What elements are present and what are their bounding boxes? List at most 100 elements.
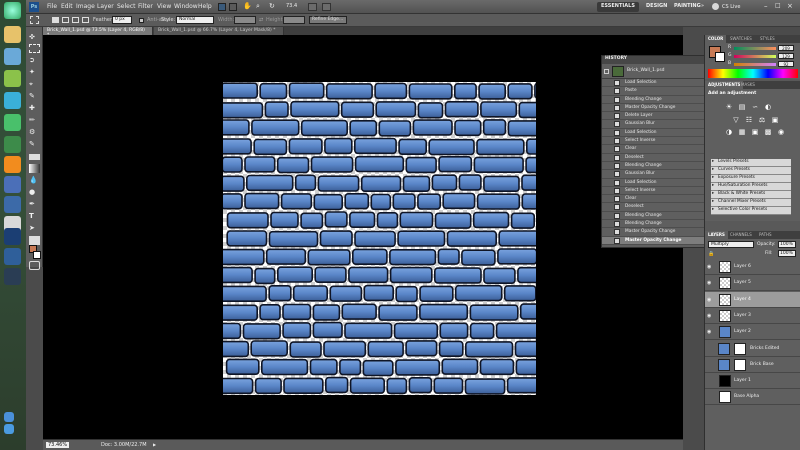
move-tool-icon[interactable]: ✜: [29, 33, 40, 42]
menu-layer[interactable]: Layer: [97, 3, 114, 10]
height-input[interactable]: [283, 16, 305, 24]
tab-styles[interactable]: STYLES: [757, 35, 778, 43]
more-workspaces-icon[interactable]: »: [701, 3, 704, 9]
history-item[interactable]: Deselect: [602, 154, 708, 162]
new-selection-icon[interactable]: [52, 17, 59, 23]
history-item[interactable]: Master Opacity Change: [602, 236, 708, 245]
tab-color[interactable]: COLOR: [705, 35, 727, 43]
history-item[interactable]: Select Inverse: [602, 187, 708, 196]
marquee-tool-preset-icon[interactable]: [30, 16, 39, 24]
layer-row[interactable]: ◉ Layer 6: [705, 259, 800, 275]
blend-mode-select[interactable]: Multiply: [708, 241, 754, 248]
cs-live-label[interactable]: CS Live: [722, 4, 740, 10]
workspace-painting[interactable]: PAINTING: [670, 2, 705, 12]
history-item[interactable]: Delete Layer: [602, 112, 708, 121]
steam-icon[interactable]: [4, 268, 21, 285]
path-select-tool-icon[interactable]: ➤: [29, 224, 40, 233]
screen-mode-icon[interactable]: [322, 3, 331, 11]
desktop-app-icon[interactable]: [4, 248, 21, 265]
desktop-app-icon[interactable]: [4, 114, 21, 131]
history-item[interactable]: Select Inverse: [602, 137, 708, 146]
menu-edit[interactable]: Edit: [61, 3, 73, 10]
history-item[interactable]: Blending Change: [602, 212, 708, 221]
fill-input[interactable]: 100%: [778, 250, 796, 257]
layer-row[interactable]: Base Alpha: [705, 389, 800, 406]
layer-mask-thumbnail[interactable]: [734, 358, 746, 371]
subtract-selection-icon[interactable]: [72, 17, 79, 23]
status-zoom[interactable]: 73.46%: [46, 442, 70, 448]
pen-tool-icon[interactable]: ✒: [29, 200, 40, 209]
tab-swatches[interactable]: SWATCHES: [727, 35, 755, 43]
history-item[interactable]: Blending Change: [602, 162, 708, 171]
lock-icon[interactable]: 🔒: [708, 251, 714, 257]
document-canvas-area[interactable]: [43, 35, 683, 439]
feather-input[interactable]: 0 px: [112, 16, 132, 24]
clone-stamp-tool-icon[interactable]: ⚙: [29, 128, 40, 137]
swap-dimensions-icon[interactable]: ⇄: [259, 17, 263, 23]
layer-visibility-eye-icon[interactable]: ◉: [707, 329, 711, 335]
exposure-icon[interactable]: ◐: [764, 103, 772, 111]
brightness-icon[interactable]: ☀: [725, 103, 733, 111]
desktop-app-icon[interactable]: [4, 70, 21, 87]
zoom-level-readout[interactable]: 73.4: [286, 3, 297, 9]
tab-document-1[interactable]: Brick_Wall_1.psd @ 73.5% (Layer 4, RGB/8…: [43, 27, 153, 38]
adjustment-preset-item[interactable]: Channel Mixer Presets: [711, 199, 791, 207]
background-color-chip[interactable]: [715, 52, 725, 62]
history-brush-tool-icon[interactable]: ✎: [29, 140, 40, 149]
history-item[interactable]: Deselect: [602, 203, 708, 212]
cs-live-icon[interactable]: [712, 3, 719, 10]
rotate-view-icon[interactable]: ↻: [269, 2, 275, 10]
dodge-tool-icon[interactable]: ●: [29, 188, 40, 197]
tab-layers[interactable]: LAYERS: [705, 231, 728, 239]
layer-row[interactable]: Layer 1: [705, 373, 800, 390]
history-item[interactable]: Load Selection: [602, 79, 708, 88]
posterize-icon[interactable]: ▦: [738, 128, 746, 136]
layer-row[interactable]: ◉ Layer 5: [705, 275, 800, 292]
green-slider-track[interactable]: [734, 55, 776, 58]
healing-tool-icon[interactable]: ✚: [29, 104, 40, 113]
brush-tool-icon[interactable]: ✏: [29, 116, 40, 125]
hue-saturation-icon[interactable]: ☷: [745, 116, 753, 124]
layer-row[interactable]: Brick Base: [705, 357, 800, 373]
adjustment-preset-item[interactable]: Selective Color Presets: [711, 207, 791, 215]
minimize-icon[interactable]: –: [764, 2, 768, 10]
menu-filter[interactable]: Filter: [138, 3, 153, 10]
refine-edge-button[interactable]: Refine Edge...: [309, 16, 347, 24]
add-selection-icon[interactable]: [62, 17, 69, 23]
bridge-icon[interactable]: [218, 3, 226, 11]
antialias-checkbox[interactable]: [139, 18, 144, 23]
layer-row[interactable]: ◉ Layer 3: [705, 308, 800, 324]
lasso-tool-icon[interactable]: ➲: [29, 56, 40, 65]
windows-start-icon[interactable]: [4, 2, 21, 19]
layer-row[interactable]: ◉ Layer 2: [705, 324, 800, 341]
folder-icon[interactable]: [4, 26, 21, 43]
layer-visibility-eye-icon[interactable]: ◉: [707, 297, 711, 303]
tab-masks[interactable]: MASKS: [738, 81, 758, 89]
quick-mask-icon[interactable]: [29, 261, 40, 270]
close-icon[interactable]: ×: [787, 2, 793, 10]
vibrance-icon[interactable]: ▽: [732, 116, 740, 124]
history-snapshot[interactable]: Brick_Wall_1.psd: [602, 64, 708, 79]
levels-icon[interactable]: ▤: [738, 103, 746, 111]
desktop-app-icon[interactable]: [4, 48, 21, 65]
green-slider[interactable]: G 129: [728, 53, 798, 60]
history-item[interactable]: Gaussian Blur: [602, 170, 708, 179]
blue-value[interactable]: 92: [778, 61, 794, 67]
windows-icon[interactable]: [4, 412, 14, 422]
selective-color-icon[interactable]: ◉: [777, 128, 785, 136]
workspace-essentials[interactable]: ESSENTIALS: [597, 2, 639, 12]
menu-view[interactable]: View: [157, 3, 171, 10]
red-slider-track[interactable]: [734, 47, 776, 50]
blue-slider[interactable]: B 92: [728, 61, 798, 68]
layer-row[interactable]: Bricks Edited: [705, 341, 800, 357]
history-item[interactable]: Blending Change: [602, 220, 708, 229]
type-tool-icon[interactable]: T: [29, 212, 40, 221]
history-item[interactable]: Blending Change: [602, 96, 708, 104]
history-item[interactable]: Master Opacity Change: [602, 104, 708, 113]
menu-help[interactable]: Help: [198, 3, 212, 10]
mini-bridge-icon[interactable]: [229, 3, 237, 11]
desktop-app-icon[interactable]: [4, 136, 21, 153]
history-item[interactable]: Paste: [602, 87, 708, 96]
layer-visibility-eye-icon[interactable]: ◉: [707, 264, 711, 270]
intersect-selection-icon[interactable]: [82, 17, 89, 23]
